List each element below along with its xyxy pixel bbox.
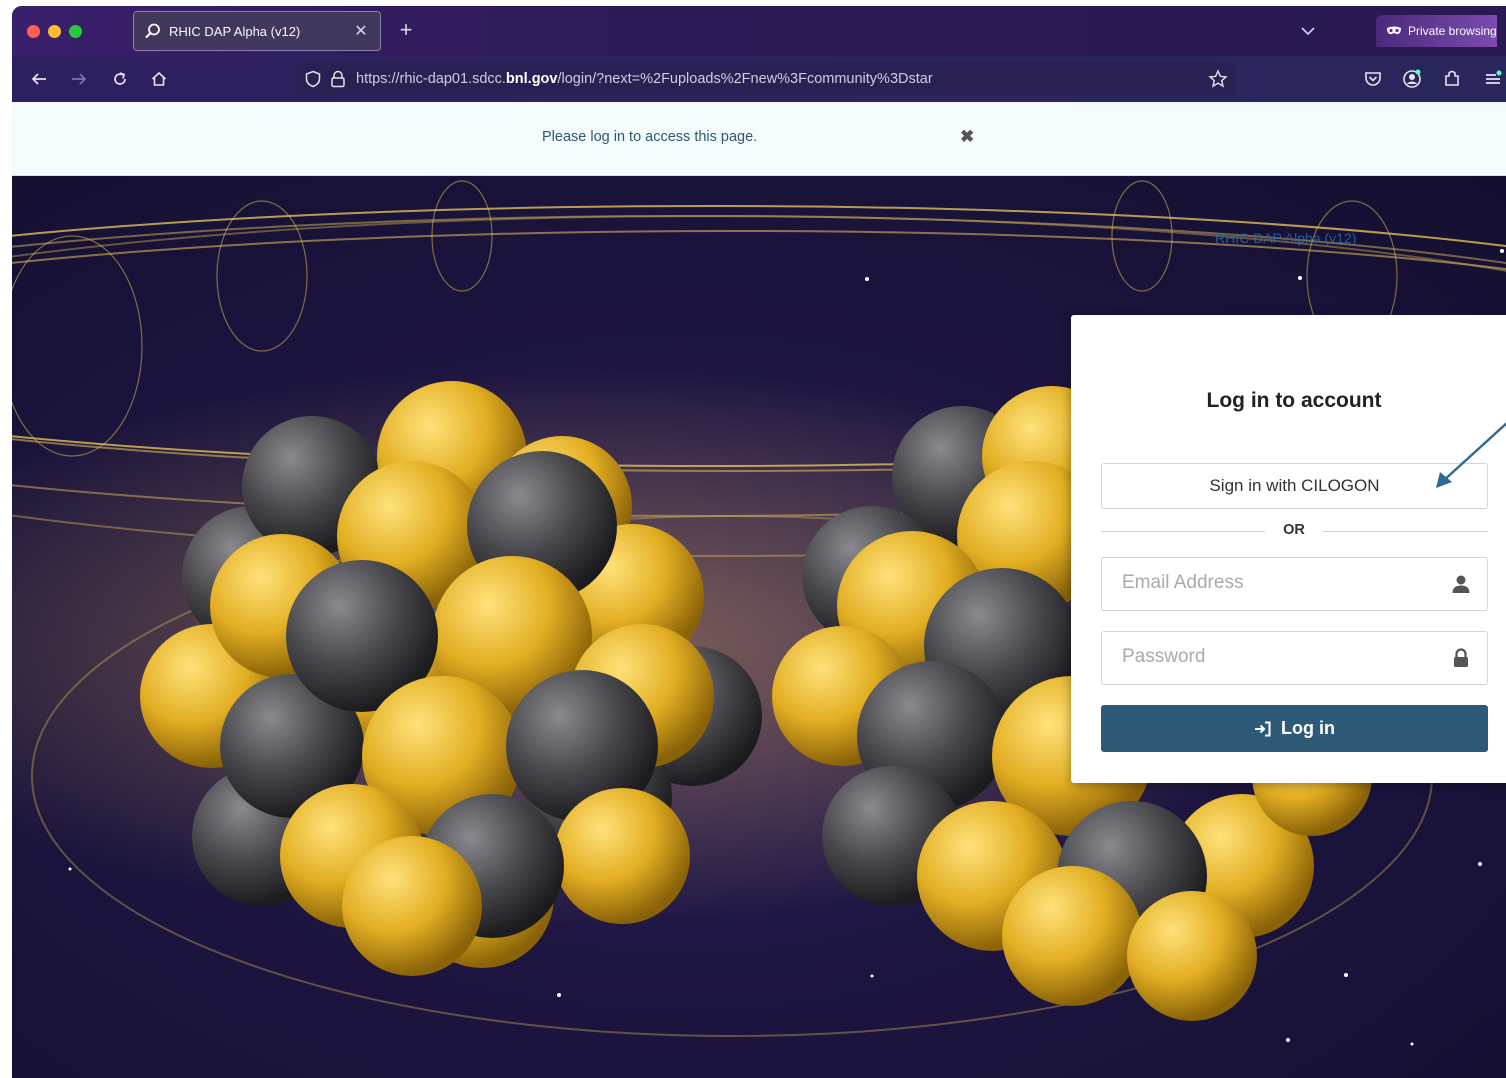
site-title-watermark: RHIC DAP Alpha (v12) [1215,230,1357,246]
login-button-label: Log in [1281,718,1335,738]
home-icon [151,71,167,86]
email-input[interactable] [1122,558,1452,608]
new-tab-button[interactable]: + [394,18,418,42]
url-text[interactable]: https://rhic-dap01.sdcc.bnl.gov/login/?n… [356,71,933,87]
hero-background: RHIC DAP Alpha (v12) Log in to account S… [12,176,1506,1078]
login-card: Log in to account Sign in with CILOGON O… [1071,315,1506,783]
extensions-icon[interactable] [1441,68,1463,90]
shield-icon[interactable] [304,70,322,88]
user-icon [1452,575,1470,593]
reload-icon [114,72,126,85]
or-label: OR [1283,522,1305,538]
lock-icon[interactable] [330,70,346,88]
forward-button[interactable] [68,68,90,90]
private-browsing-label: Private browsing [1408,24,1497,38]
pocket-icon[interactable] [1362,68,1384,90]
navigation-toolbar: https://rhic-dap01.sdcc.bnl.gov/login/?n… [12,56,1506,102]
close-window-button[interactable] [27,25,40,38]
menu-icon[interactable] [1482,68,1504,90]
tab-title: RHIC DAP Alpha (v12) [169,23,301,39]
private-mask-icon [1387,26,1401,35]
flash-message: Please log in to access this page. ✖ [12,102,1506,176]
tab-strip: RHIC DAP Alpha (v12) ✕ + Private browsin… [12,6,1506,56]
annotation-arrow-icon [1436,422,1506,488]
browser-window: RHIC DAP Alpha (v12) ✕ + Private browsin… [12,6,1506,1078]
home-button[interactable] [148,68,170,90]
search-icon [145,23,160,38]
url-bar[interactable]: https://rhic-dap01.sdcc.bnl.gov/login/?n… [296,62,1236,96]
email-field-wrapper [1101,557,1488,611]
star-icon[interactable] [1208,69,1228,89]
password-input[interactable] [1122,632,1452,682]
account-icon[interactable] [1401,68,1423,90]
flash-message-text: Please log in to access this page. [542,129,758,145]
chevron-down-icon[interactable] [1299,22,1317,40]
back-icon [31,73,46,85]
close-tab-icon[interactable]: ✕ [353,21,369,41]
close-icon[interactable]: ✖ [960,127,974,147]
maximize-window-button[interactable] [69,25,82,38]
login-title: Log in to account [1206,389,1382,412]
password-field-wrapper [1101,631,1488,685]
login-button[interactable]: Log in [1101,705,1488,752]
private-browsing-indicator: Private browsing [1376,15,1497,47]
reload-button[interactable] [109,68,131,90]
sign-in-icon [1255,721,1271,736]
minimize-window-button[interactable] [48,25,61,38]
tab-rhic-dap[interactable]: RHIC DAP Alpha (v12) ✕ [133,11,381,51]
lock-icon [1454,648,1468,667]
back-button[interactable] [28,68,50,90]
forward-icon [72,73,87,85]
or-divider: OR [1101,520,1488,542]
